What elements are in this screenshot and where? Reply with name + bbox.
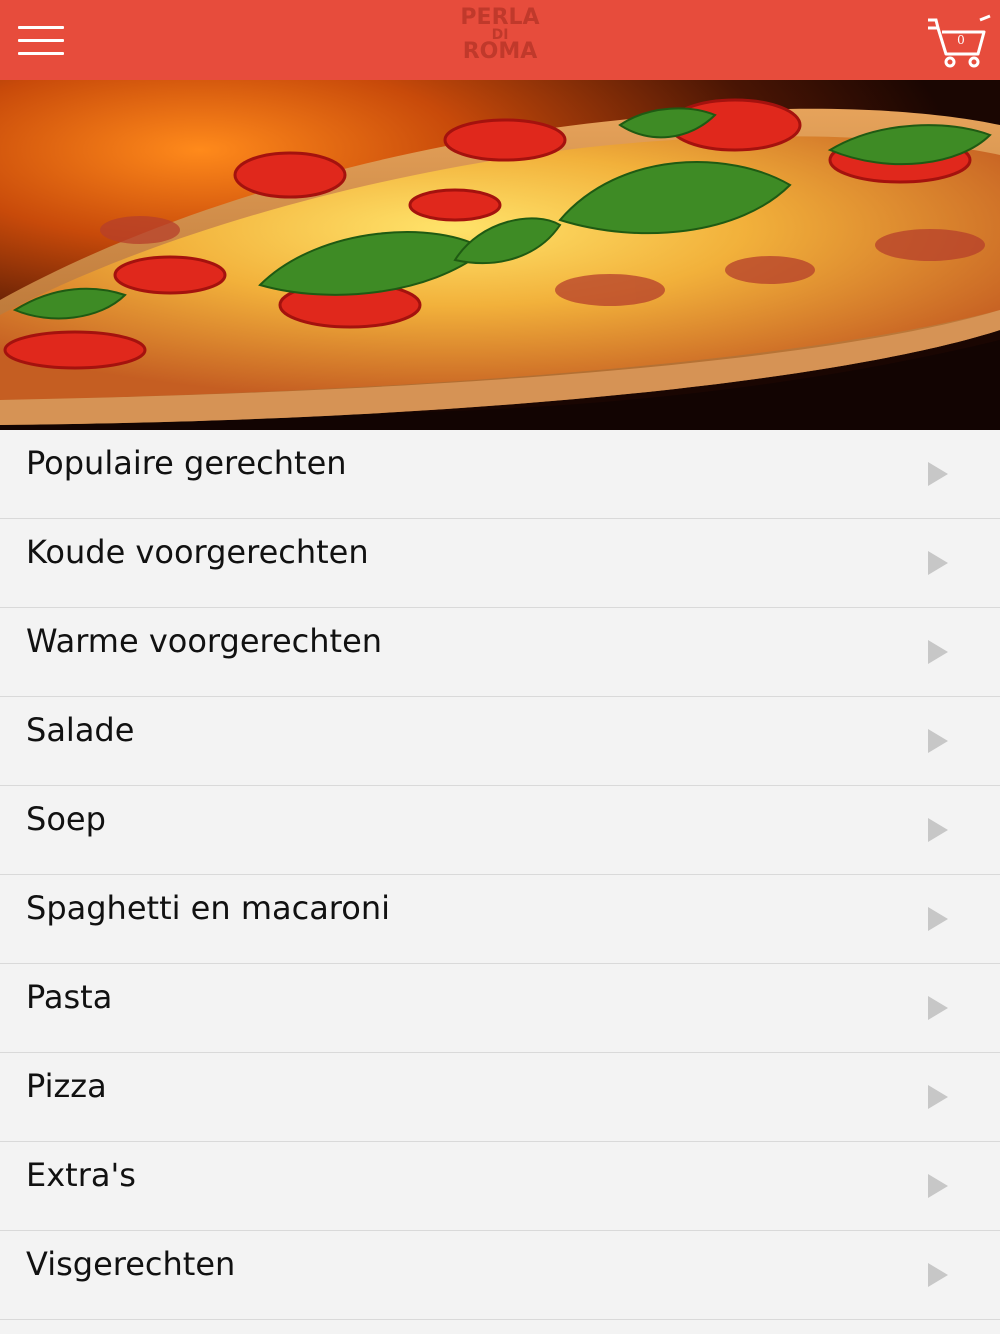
- menu-item-label: Salade: [26, 711, 135, 749]
- menu-item-pasta[interactable]: Pasta: [0, 964, 1000, 1053]
- menu-item-label: Visgerechten: [26, 1245, 236, 1283]
- chevron-right-icon: [928, 729, 948, 753]
- menu-item-label: Koude voorgerechten: [26, 533, 369, 571]
- menu-item-spaghetti-en-macaroni[interactable]: Spaghetti en macaroni: [0, 875, 1000, 964]
- chevron-right-icon: [928, 1263, 948, 1287]
- menu-item-soep[interactable]: Soep: [0, 786, 1000, 875]
- menu-item-label: Warme voorgerechten: [26, 622, 383, 660]
- chevron-right-icon: [928, 462, 948, 486]
- chevron-right-icon: [928, 551, 948, 575]
- chevron-right-icon: [928, 1085, 948, 1109]
- chevron-right-icon: [928, 1174, 948, 1198]
- menu-item-label: Pasta: [26, 978, 113, 1016]
- chevron-right-icon: [928, 818, 948, 842]
- menu-item-visgerechten[interactable]: Visgerechten: [0, 1231, 1000, 1320]
- chevron-right-icon: [928, 996, 948, 1020]
- logo-line-3: ROMA: [462, 39, 538, 64]
- menu-item-label: Populaire gerechten: [26, 444, 347, 482]
- chevron-right-icon: [928, 640, 948, 664]
- menu-item-label: Extra's: [26, 1156, 136, 1194]
- cart-count: 0: [957, 33, 965, 47]
- menu-item-koude-voorgerechten[interactable]: Koude voorgerechten: [0, 519, 1000, 608]
- hero-image: [0, 80, 1000, 430]
- menu-item-warme-voorgerechten[interactable]: Warme voorgerechten: [0, 608, 1000, 697]
- pizza-image: [0, 80, 1000, 430]
- menu-item-label: Pizza: [26, 1067, 107, 1105]
- menu-item-salade[interactable]: Salade: [0, 697, 1000, 786]
- category-menu: Populaire gerechten Koude voorgerechten …: [0, 430, 1000, 1320]
- chevron-right-icon: [928, 907, 948, 931]
- hamburger-icon[interactable]: [18, 24, 64, 58]
- cart-button[interactable]: 0: [926, 14, 992, 70]
- menu-item-label: Spaghetti en macaroni: [26, 889, 390, 927]
- menu-item-extras[interactable]: Extra's: [0, 1142, 1000, 1231]
- menu-item-populaire-gerechten[interactable]: Populaire gerechten: [0, 430, 1000, 519]
- logo: PERLA DI ROMA: [440, 5, 560, 64]
- top-bar: PERLA DI ROMA 0: [0, 0, 1000, 80]
- menu-item-pizza[interactable]: Pizza: [0, 1053, 1000, 1142]
- menu-item-label: Soep: [26, 800, 106, 838]
- logo-line-1: PERLA: [460, 5, 540, 30]
